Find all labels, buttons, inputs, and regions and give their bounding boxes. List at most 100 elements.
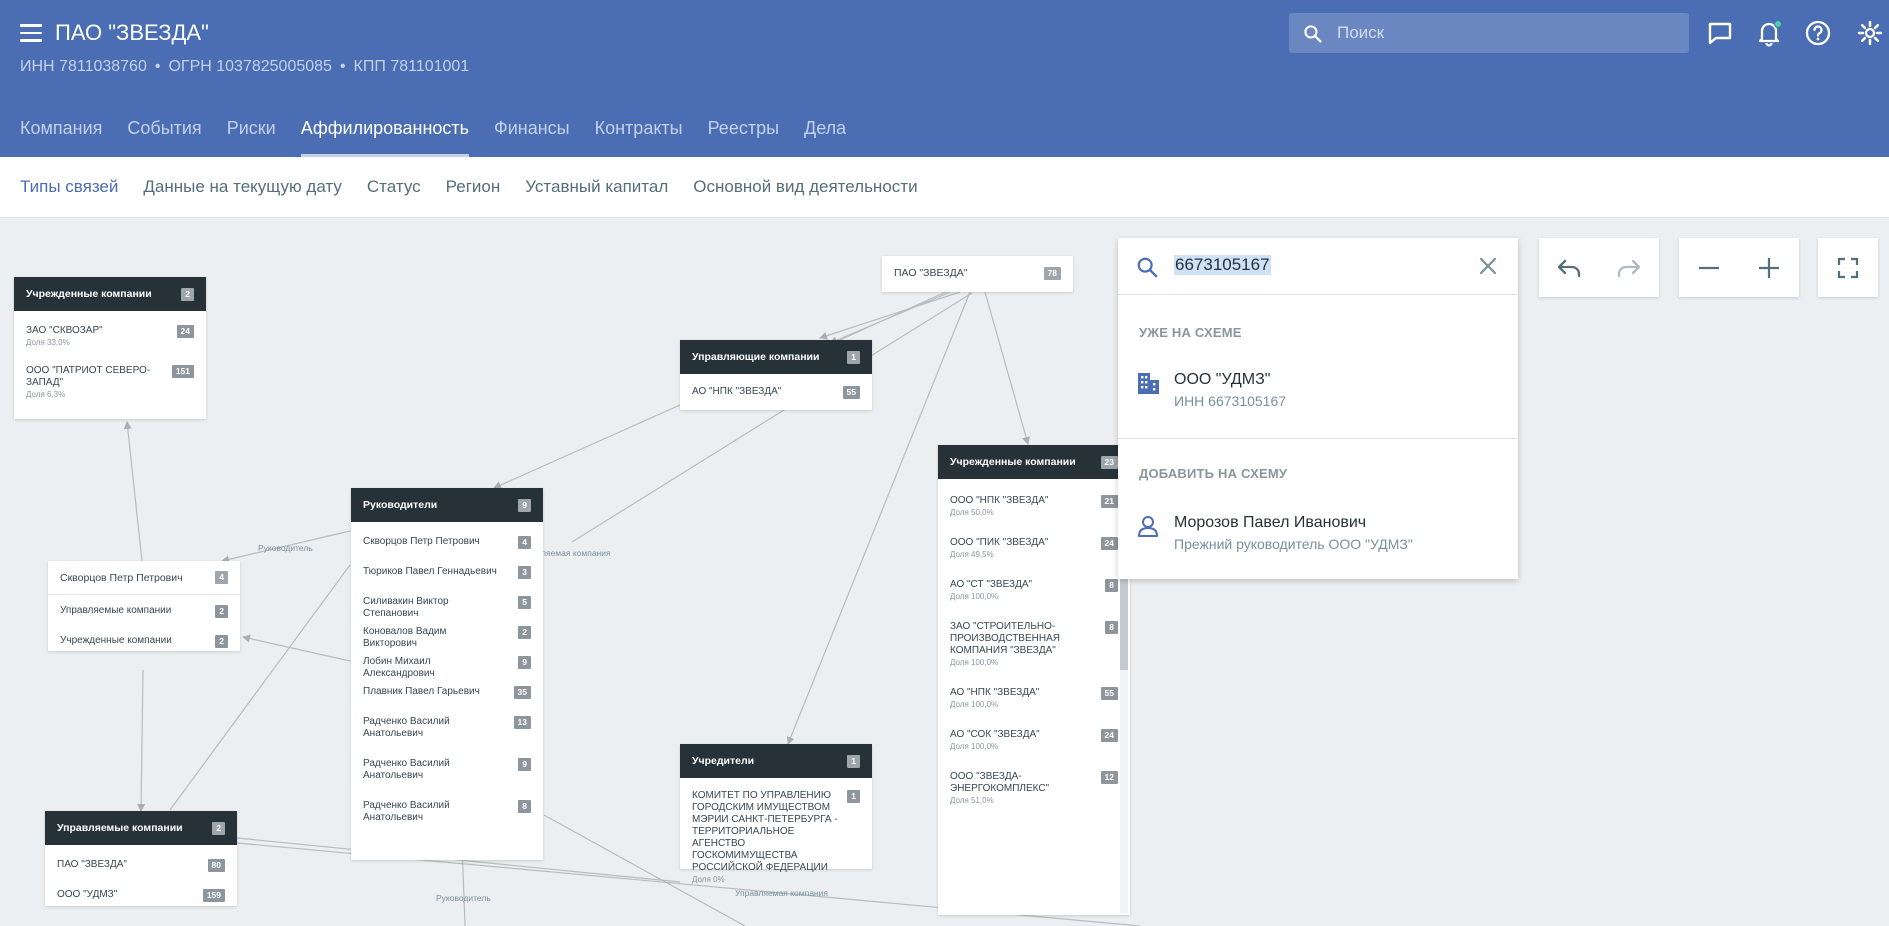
row-name: Управляемые компании xyxy=(60,605,172,616)
redo-button[interactable] xyxy=(1599,238,1659,297)
node-row[interactable]: ООО "ПАТРИОТ СЕВЕРО-ЗАПАД" Доля 6,3% 151 xyxy=(14,365,206,405)
node-row[interactable]: КОМИТЕТ ПО УПРАВЛЕНИЮ ГОРОДСКИМ ИМУЩЕСТВ… xyxy=(680,790,872,885)
row-share: Доля 100,0% xyxy=(950,742,999,751)
row-name: ООО "НПК "ЗВЕЗДА" xyxy=(950,495,1049,506)
row-name: ПАО "ЗВЕЗДА" xyxy=(57,859,127,870)
row-name: КОМИТЕТ ПО УПРАВЛЕНИЮ ГОРОДСКИМ ИМУЩЕСТВ… xyxy=(692,790,838,873)
node-header[interactable]: Учрежденные компании 23 xyxy=(938,445,1130,479)
node-header[interactable]: Скворцов Петр Петрович 4 xyxy=(48,561,240,595)
filter-link-types[interactable]: Типы связей xyxy=(20,177,118,197)
node-row[interactable]: ООО "ПИК "ЗВЕЗДА" Доля 49,5% 24 xyxy=(938,537,1130,579)
row-name: Радченко Василий Анатольевич xyxy=(363,800,450,823)
tab-cases[interactable]: Дела xyxy=(804,118,846,157)
notifications-bell-icon[interactable] xyxy=(1755,19,1783,47)
node-scrollbar-thumb[interactable] xyxy=(1120,578,1128,670)
node-directors[interactable]: Руководители 9 Скворцов Петр Петрович 4 Тю… xyxy=(351,488,543,860)
fullscreen-button[interactable] xyxy=(1818,238,1878,297)
node-row[interactable]: ПАО "ЗВЕЗДА" 80 xyxy=(45,859,237,889)
filter-current-date[interactable]: Данные на текущую дату xyxy=(143,177,342,197)
row-name: ООО "УДМЗ" xyxy=(57,889,118,900)
node-row[interactable]: Управляемые компании 2 xyxy=(48,605,240,635)
tab-company[interactable]: Компания xyxy=(20,118,102,157)
node-row[interactable]: АО "СТ "ЗВЕЗДА" Доля 100,0% 8 xyxy=(938,579,1130,621)
help-icon[interactable] xyxy=(1804,19,1832,47)
tab-contracts[interactable]: Контракты xyxy=(595,118,683,157)
node-header[interactable]: Учрежденные компании 2 xyxy=(14,277,206,311)
filter-activity[interactable]: Основной вид деятельности xyxy=(693,177,917,197)
node-row[interactable]: Радченко Василий Анатольевич 8 xyxy=(351,800,543,840)
node-root-company[interactable]: ПАО "ЗВЕЗДА" 78 xyxy=(882,256,1073,292)
company-title: ПАО "ЗВЕЗДА" xyxy=(55,20,209,45)
node-count-badge: 9 xyxy=(518,498,531,512)
ogrn-value: ОГРН 1037825005085 xyxy=(168,58,332,75)
node-row[interactable]: АО "НПК "ЗВЕЗДА" Доля 100,0% 55 xyxy=(938,687,1130,729)
row-name: ООО "ПАТРИОТ СЕВЕРО-ЗАПАД" xyxy=(26,365,151,388)
node-row[interactable]: ООО "УДМЗ" 159 xyxy=(45,889,237,902)
tab-events[interactable]: События xyxy=(127,118,201,157)
node-founded-companies-left[interactable]: Учрежденные компании 2 ЗАО "СКВОЗАР" Доля … xyxy=(14,277,206,419)
node-title: Управляющие компании xyxy=(692,351,820,363)
node-row[interactable]: АО "НПК "ЗВЕЗДА" 55 xyxy=(680,386,872,399)
row-share: Доля 51,0% xyxy=(950,796,994,805)
row-share: Доля 100,0% xyxy=(950,592,999,601)
search-icon xyxy=(1304,25,1322,43)
node-header[interactable]: Руководители 9 xyxy=(351,488,543,522)
node-row[interactable]: ЗАО "СТРОИТЕЛЬНО-ПРОИЗВОДСТВЕННАЯ КОМПАН… xyxy=(938,621,1130,687)
app-header: ПАО "ЗВЕЗДА" ИНН 7811038760 • ОГРН 1037825… xyxy=(0,0,1889,157)
node-header[interactable]: Учредители 1 xyxy=(680,744,872,778)
filter-status[interactable]: Статус xyxy=(367,177,421,197)
node-row[interactable]: АО "СОК "ЗВЕЗДА" Доля 100,0% 24 xyxy=(938,729,1130,771)
node-row[interactable]: Радченко Василий Анатольевич 9 xyxy=(351,758,543,800)
node-row[interactable]: Силивакин Виктор Степанович 5 xyxy=(351,596,543,626)
node-row[interactable]: ЗАО "СКВОЗАР" Доля 33,0% 24 xyxy=(14,325,206,365)
global-search-input[interactable] xyxy=(1337,13,1677,53)
graph-canvas[interactable]: Руководитель ляемая компания Руководител… xyxy=(0,218,1889,926)
node-managed-companies[interactable]: Управляемые компании 2 ПАО "ЗВЕЗДА" 80 ООО… xyxy=(45,811,237,906)
tab-registers[interactable]: Реестры xyxy=(708,118,779,157)
node-row[interactable]: Радченко Василий Анатольевич 13 xyxy=(351,716,543,758)
tab-affiliation[interactable]: Аффилированность xyxy=(300,118,470,157)
row-name: Учрежденные компании xyxy=(60,635,172,646)
node-founded-companies-right[interactable]: Учрежденные компании 23 ООО "НПК "ЗВЕЗДА"… xyxy=(938,445,1130,915)
zoom-out-button[interactable] xyxy=(1679,238,1739,297)
hamburger-menu-icon[interactable] xyxy=(20,24,42,42)
node-row[interactable]: Коновалов Вадим Викторович 2 xyxy=(351,626,543,656)
tab-finance[interactable]: Финансы xyxy=(494,118,570,157)
node-person-skvortsov[interactable]: Скворцов Петр Петрович 4 Управляемые комп… xyxy=(48,561,240,651)
zoom-out-icon xyxy=(1699,266,1719,269)
node-row[interactable]: Скворцов Петр Петрович 4 xyxy=(351,536,543,566)
row-name: ЗАО "СТРОИТЕЛЬНО-ПРОИЗВОДСТВЕННАЯ КОМПАН… xyxy=(950,621,1060,656)
node-search-input[interactable]: 6673105167 xyxy=(1174,255,1271,275)
node-header[interactable]: Управляемые компании 2 xyxy=(45,811,237,845)
row-count-badge: 21 xyxy=(1100,495,1118,508)
node-row[interactable]: Лобин Михаил Александрович 9 xyxy=(351,656,543,686)
node-founders[interactable]: Учредители 1 КОМИТЕТ ПО УПРАВЛЕНИЮ ГОРОДС… xyxy=(680,744,872,884)
result-desc: ИНН 6673105167 xyxy=(1174,393,1287,409)
row-name: АО "СОК "ЗВЕЗДА" xyxy=(950,729,1040,740)
node-header[interactable]: Управляющие компании 1 xyxy=(680,340,872,374)
filter-region[interactable]: Регион xyxy=(446,177,501,197)
node-row[interactable]: Плавник Павел Гарьевич 35 xyxy=(351,686,543,716)
node-count-badge: 23 xyxy=(1100,455,1118,469)
undo-button[interactable] xyxy=(1539,238,1599,297)
node-header[interactable]: ПАО "ЗВЕЗДА" 78 xyxy=(882,256,1073,290)
node-row[interactable]: ООО "ЗВЕЗДА-ЭНЕРГОКОМПЛЕКС" Доля 51,0% 12 xyxy=(938,771,1130,825)
settings-gear-icon[interactable] xyxy=(1856,19,1884,47)
node-title: Учредители xyxy=(692,755,755,767)
clear-search-icon[interactable] xyxy=(1478,256,1498,276)
tab-risks[interactable]: Риски xyxy=(227,118,276,157)
node-count-badge: 1 xyxy=(847,350,860,364)
zoom-in-button[interactable] xyxy=(1739,238,1799,297)
chat-icon[interactable] xyxy=(1706,19,1734,47)
node-managing-companies[interactable]: Управляющие компании 1 АО "НПК "ЗВЕЗДА" 55 xyxy=(680,340,872,410)
row-share: Доля 33,0% xyxy=(26,338,70,347)
result-add-person[interactable]: Морозов Павел Иванович Прежний руководит… xyxy=(1136,514,1518,559)
node-row[interactable]: Тюриков Павел Геннадьевич 3 xyxy=(351,566,543,596)
node-row[interactable]: Учрежденные компании 2 xyxy=(48,635,240,648)
node-search-field[interactable]: 6673105167 xyxy=(1118,238,1518,295)
result-name: Морозов Павел Иванович xyxy=(1174,514,1367,531)
filter-capital[interactable]: Уставный капитал xyxy=(525,177,668,197)
row-count-badge: 1 xyxy=(847,790,860,803)
node-row[interactable]: ООО "НПК "ЗВЕЗДА" Доля 50,0% 21 xyxy=(938,495,1130,537)
result-on-scheme[interactable]: ООО "УДМЗ" ИНН 6673105167 xyxy=(1136,371,1518,416)
